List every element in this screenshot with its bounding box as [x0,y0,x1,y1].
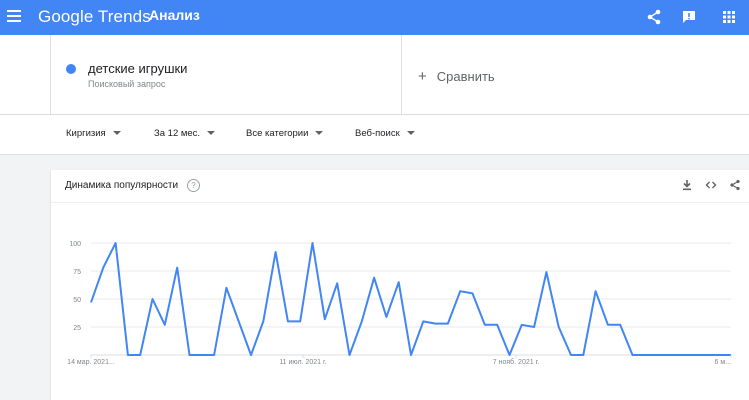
plus-icon: + [418,68,427,85]
y-tick-label: 50 [73,297,81,304]
search-term-type: Поисковый запрос [88,79,166,89]
time-range-label: За 12 мес. [154,128,201,139]
series-color-dot [66,64,76,74]
caret-down-icon [112,131,121,136]
page-title: Анализ [149,7,200,23]
search-terms-panel: детские игрушки Поисковый запрос + Сравни… [0,35,749,115]
caret-down-icon [406,131,415,136]
top-app-bar: Google Trends Анализ [0,0,749,35]
category-label: Все категории [246,128,309,139]
x-tick-label: 11 июл. 2021 г. [279,359,326,366]
apps-grid-icon[interactable] [720,8,738,26]
compare-button[interactable]: + Сравнить [418,68,495,85]
interest-over-time-card: Динамика популярности ? 100 75 50 25 14 мар.… [51,170,749,400]
compare-label: Сравнить [436,69,495,84]
share-icon[interactable] [645,8,663,26]
search-type-dropdown[interactable]: Веб-поиск [355,128,415,139]
feedback-icon[interactable] [680,8,698,26]
y-tick-label: 75 [73,269,81,276]
filter-bar: Киргизия За 12 мес. Все категории Веб-по… [0,115,749,155]
caret-down-icon [207,131,216,136]
time-range-dropdown[interactable]: За 12 мес. [154,128,216,139]
x-tick-label: 6 м... [715,359,732,366]
app-logo[interactable]: Google Trends [38,7,151,27]
search-type-label: Веб-поиск [355,128,400,139]
region-dropdown[interactable]: Киргизия [66,128,121,139]
caret-down-icon [315,131,324,136]
trend-chart[interactable]: 100 75 50 25 14 мар. 2021... 11 июл. 2021 г. 7… [51,170,749,400]
search-term-card[interactable]: детские игрушки Поисковый запрос [50,35,402,114]
region-label: Киргизия [66,128,106,139]
y-tick-label: 25 [73,325,81,332]
category-dropdown[interactable]: Все категории [246,128,324,139]
y-tick-label: 100 [69,241,81,248]
x-tick-label: 14 мар. 2021... [67,359,115,366]
x-tick-label: 7 нояб. 2021 г. [493,358,540,366]
menu-icon[interactable] [7,10,21,24]
search-term-label[interactable]: детские игрушки [88,61,187,76]
